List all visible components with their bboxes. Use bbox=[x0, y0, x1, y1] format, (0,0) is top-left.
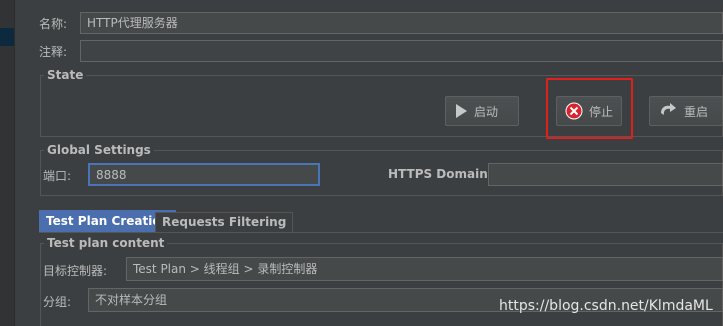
name-label: 名称: bbox=[39, 17, 68, 31]
tab-divider bbox=[39, 232, 723, 233]
stop-button-highlight bbox=[546, 78, 633, 139]
comment-label: 注释: bbox=[39, 45, 68, 59]
watermark-text: https://blog.csdn.net/KlmdaML bbox=[499, 298, 713, 314]
https-domains-input[interactable] bbox=[488, 163, 723, 186]
start-label: 启动 bbox=[474, 104, 499, 119]
https-domains-label: HTTPS Domains: bbox=[388, 167, 500, 181]
comment-input[interactable] bbox=[80, 40, 723, 62]
left-tree-strip bbox=[0, 0, 15, 326]
restart-icon bbox=[661, 103, 676, 115]
name-input[interactable]: HTTP代理服务器 bbox=[80, 12, 723, 34]
state-title: State bbox=[44, 68, 87, 82]
port-label: 端口: bbox=[43, 169, 72, 183]
target-controller-select[interactable]: Test Plan > 线程组 > 录制控制器 bbox=[126, 257, 723, 281]
grouping-label: 分组: bbox=[43, 295, 72, 309]
test-plan-content-title: Test plan content bbox=[44, 236, 168, 250]
tree-selection-marker bbox=[0, 28, 14, 46]
target-controller-label: 目标控制器: bbox=[43, 264, 108, 278]
global-settings-title: Global Settings bbox=[44, 143, 154, 157]
play-icon bbox=[456, 104, 467, 118]
restart-label: 重启 bbox=[684, 104, 709, 119]
start-button[interactable]: 启动 bbox=[445, 96, 519, 126]
restart-button[interactable]: 重启 bbox=[649, 96, 723, 126]
tab-requests-filtering[interactable]: Requests Filtering bbox=[155, 212, 294, 232]
port-input[interactable]: 8888 bbox=[88, 163, 320, 186]
